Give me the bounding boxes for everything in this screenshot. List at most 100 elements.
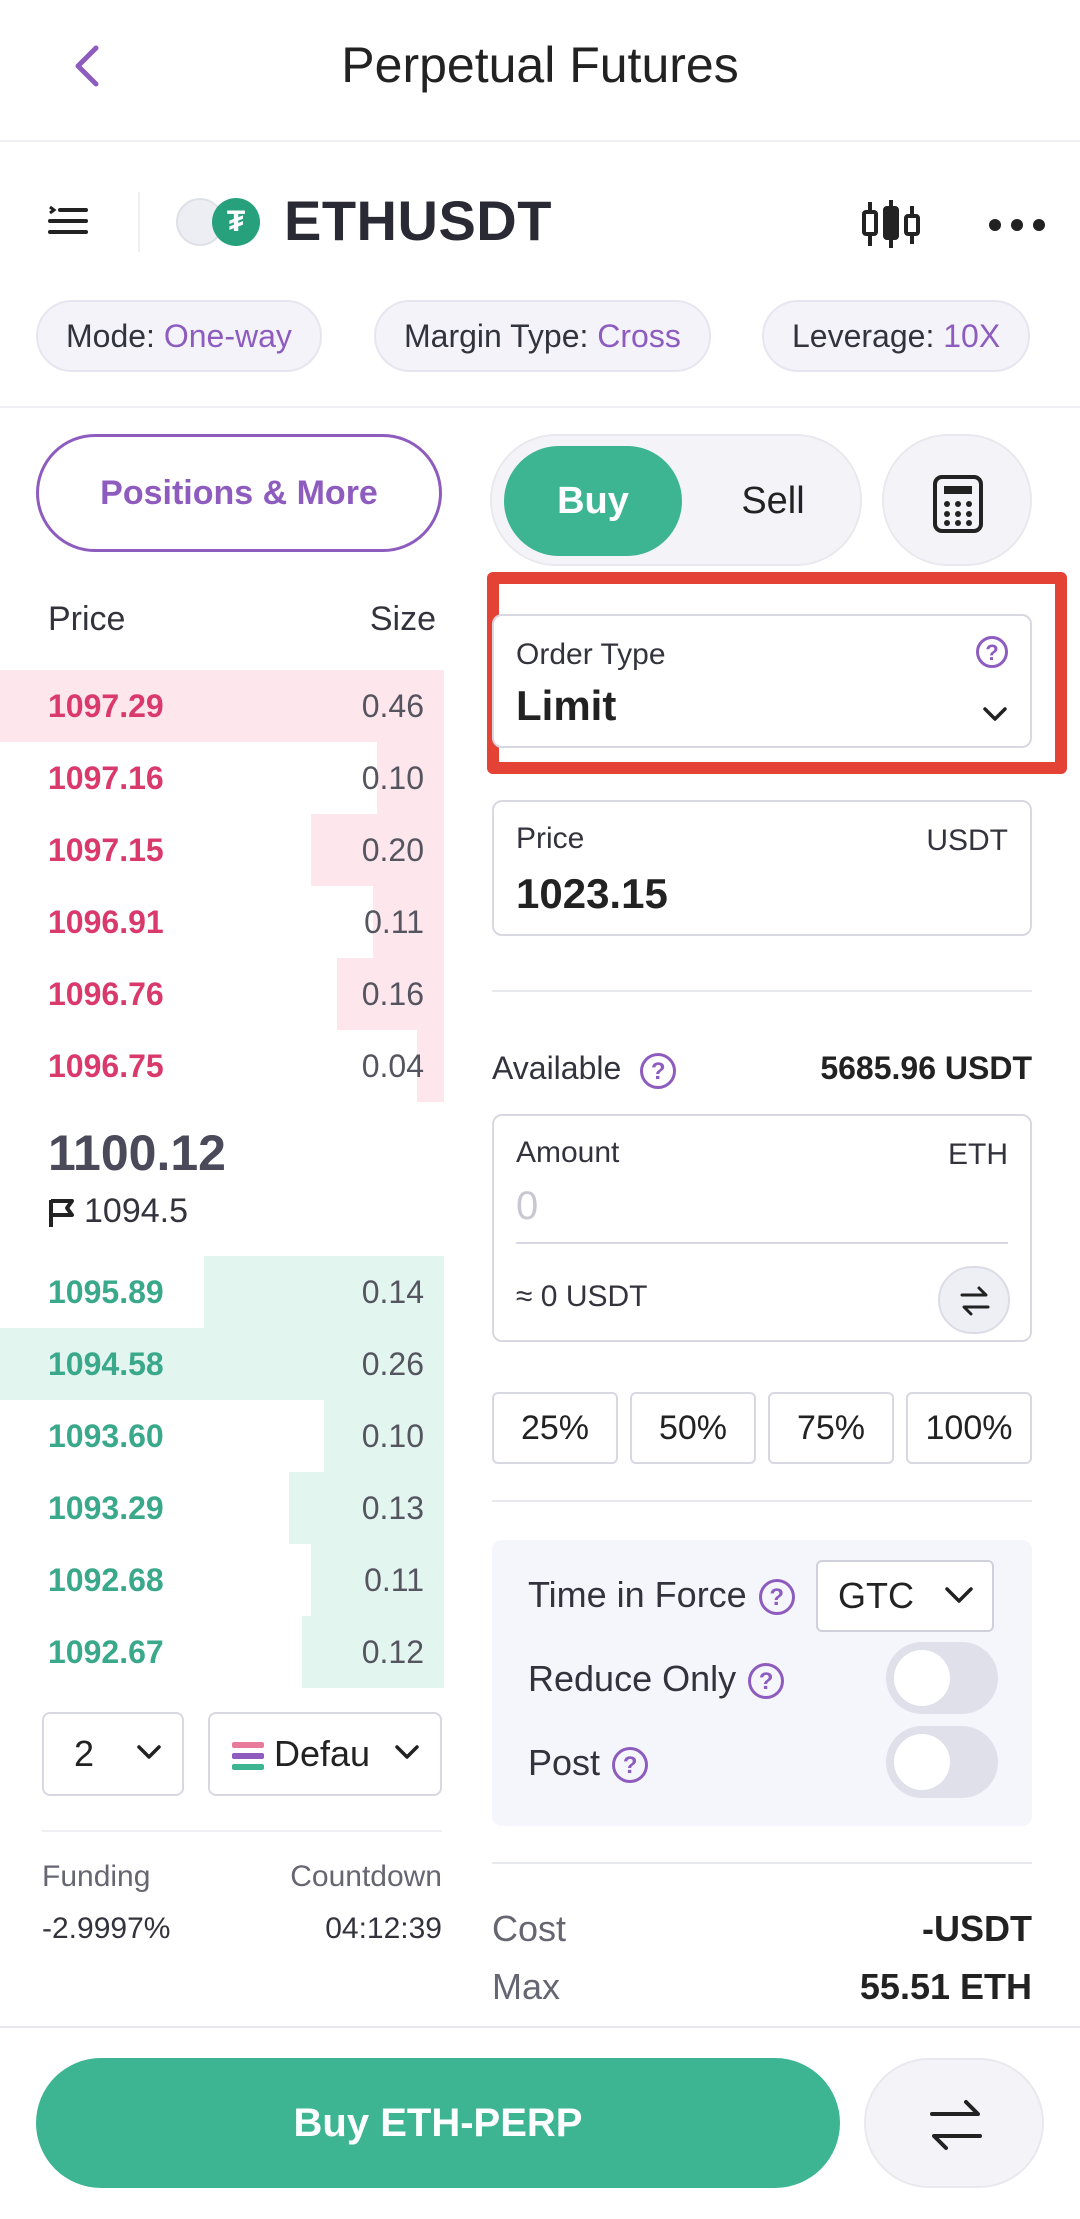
positions-and-more-button[interactable]: Positions & More	[36, 434, 442, 552]
precision-select[interactable]: 2	[42, 1712, 184, 1796]
orderbook-price-header: Price	[48, 600, 126, 638]
chevron-down-icon	[945, 1587, 973, 1603]
price-input[interactable]: 1023.15	[516, 870, 668, 918]
bid-row[interactable]: 1094.58 0.26	[0, 1328, 444, 1400]
help-icon[interactable]: ?	[640, 1052, 677, 1089]
buy-tab[interactable]: Buy	[504, 446, 682, 556]
percent-100-button[interactable]: 100%	[906, 1392, 1032, 1464]
bid-price: 1093.29	[48, 1490, 164, 1526]
funding-rate: -2.9997%	[42, 1912, 171, 1945]
cost-value: -USDT	[922, 1908, 1032, 1949]
symbol-name[interactable]: ETHUSDT	[284, 188, 552, 253]
toggle-knob	[894, 1734, 950, 1790]
ask-size: 0.04	[361, 1048, 424, 1084]
percent-75-button[interactable]: 75%	[768, 1392, 894, 1464]
mode-chip[interactable]: Mode: One-way	[36, 300, 322, 372]
calculator-icon	[933, 475, 983, 533]
time-in-force-select[interactable]: GTC	[816, 1560, 994, 1632]
orderbook-view-select[interactable]: Defau	[208, 1712, 442, 1796]
order-type-select[interactable]: Order Type ? Limit	[492, 614, 1032, 748]
time-in-force-value: GTC	[838, 1575, 914, 1616]
list-menu-icon[interactable]	[48, 204, 88, 238]
amount-approx: ≈ 0 USDT	[516, 1280, 648, 1313]
calculator-button[interactable]	[882, 434, 1032, 566]
ask-price: 1096.76	[48, 976, 164, 1012]
help-icon[interactable]: ?	[758, 1579, 795, 1616]
swap-arrows-icon	[930, 2100, 982, 2150]
symbol-bar: ₮ ETHUSDT	[0, 142, 1080, 302]
percent-50-button[interactable]: 50%	[630, 1392, 756, 1464]
bid-size: 0.11	[364, 1562, 424, 1598]
time-in-force-row: Time in Force?	[528, 1574, 795, 1616]
divider	[138, 192, 140, 252]
candlestick-chart-icon[interactable]	[862, 198, 920, 250]
bid-row[interactable]: 1093.60 0.10	[0, 1400, 444, 1472]
orderbook-view-value: Defau	[274, 1733, 371, 1774]
divider	[492, 1862, 1032, 1864]
post-only-toggle[interactable]	[886, 1726, 998, 1798]
divider	[0, 406, 1080, 408]
price-field[interactable]: Price USDT 1023.15	[492, 800, 1032, 936]
precision-value: 2	[74, 1733, 95, 1774]
max-value: 55.51 ETH	[859, 1966, 1032, 2007]
ask-size: 0.16	[361, 976, 424, 1012]
help-icon[interactable]: ?	[748, 1663, 785, 1700]
bid-price: 1095.89	[48, 1274, 164, 1310]
help-icon[interactable]: ?	[612, 1747, 649, 1784]
last-price: 1100.12	[48, 1125, 226, 1181]
bid-price: 1092.67	[48, 1634, 164, 1670]
price-unit: USDT	[926, 824, 1008, 857]
bid-row[interactable]: 1092.67 0.12	[0, 1616, 444, 1688]
order-type-value: Limit	[516, 682, 617, 729]
bid-row[interactable]: 1093.29 0.13	[0, 1472, 444, 1544]
ask-row[interactable]: 1096.75 0.04	[0, 1030, 444, 1102]
ask-size: 0.20	[361, 832, 424, 868]
orderbook-layout-icon	[232, 1742, 264, 1771]
ask-row[interactable]: 1097.29 0.46	[0, 670, 444, 742]
ask-price: 1097.16	[48, 760, 164, 796]
ask-row[interactable]: 1096.76 0.16	[0, 958, 444, 1030]
reduce-only-toggle[interactable]	[886, 1642, 998, 1714]
ask-row[interactable]: 1096.91 0.11	[0, 886, 444, 958]
bid-size: 0.13	[361, 1490, 424, 1526]
sell-tab[interactable]: Sell	[684, 446, 862, 556]
amount-unit: ETH	[948, 1138, 1008, 1171]
buy-eth-perp-button[interactable]: Buy ETH-PERP	[36, 2058, 840, 2188]
divider	[492, 990, 1032, 992]
margin-type-chip-label: Margin Type:	[404, 318, 598, 354]
tether-coin-icon: ₮	[212, 198, 260, 246]
ask-price: 1097.29	[48, 688, 164, 724]
bid-row[interactable]: 1092.68 0.11	[0, 1544, 444, 1616]
max-label: Max	[492, 1966, 561, 2007]
leverage-chip[interactable]: Leverage: 10X	[762, 300, 1031, 372]
bid-size: 0.10	[361, 1418, 424, 1454]
ask-row[interactable]: 1097.16 0.10	[0, 742, 444, 814]
buy-sell-toggle: Buy Sell	[490, 434, 862, 566]
price-label: Price	[516, 822, 585, 855]
reduce-only-label: Reduce Only	[528, 1658, 737, 1699]
ask-row[interactable]: 1097.15 0.20	[0, 814, 444, 886]
ask-price: 1096.91	[48, 904, 164, 940]
percent-25-button[interactable]: 25%	[492, 1392, 618, 1464]
unit-switch-button[interactable]	[938, 1266, 1010, 1334]
swap-side-button[interactable]	[864, 2058, 1044, 2188]
divider	[516, 1242, 1008, 1244]
margin-type-chip[interactable]: Margin Type: Cross	[374, 300, 711, 372]
ask-size: 0.11	[364, 904, 424, 940]
bid-row[interactable]: 1095.89 0.14	[0, 1256, 444, 1328]
amount-field[interactable]: Amount ETH 0 ≈ 0 USDT	[492, 1114, 1032, 1342]
margin-type-chip-value: Cross	[597, 318, 681, 354]
leverage-chip-value: 10X	[943, 318, 1001, 354]
swap-arrows-icon	[960, 1286, 990, 1316]
help-icon[interactable]: ?	[976, 636, 1008, 668]
amount-input[interactable]: 0	[516, 1184, 538, 1229]
chevron-down-icon	[983, 707, 1007, 721]
more-options-icon[interactable]	[988, 218, 1046, 232]
funding-countdown: 04:12:39	[325, 1912, 442, 1945]
orderbook-size-header: Size	[369, 600, 436, 638]
chevron-down-icon	[395, 1745, 419, 1759]
divider	[492, 1500, 1032, 1502]
ask-size: 0.10	[361, 760, 424, 796]
flag-icon	[49, 1199, 74, 1228]
app-header: Perpetual Futures	[0, 0, 1080, 142]
